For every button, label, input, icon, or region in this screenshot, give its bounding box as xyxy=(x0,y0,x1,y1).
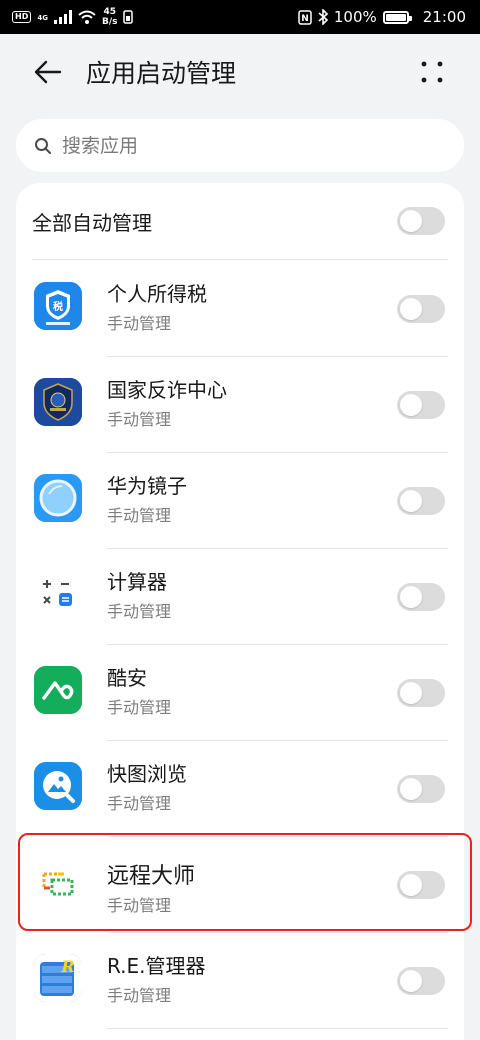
battery-icon xyxy=(382,10,412,24)
app-name: 快图浏览 xyxy=(107,762,187,786)
hd-badge: HD xyxy=(12,11,32,23)
app-status: 手动管理 xyxy=(107,698,172,717)
all-auto-manage-label: 全部自动管理 xyxy=(32,210,152,235)
search-icon xyxy=(35,137,51,154)
anti-fraud-app-icon xyxy=(34,378,82,426)
more-dots-icon xyxy=(421,61,443,83)
app-row-quickpic[interactable]: 快图浏览 手动管理 xyxy=(16,740,464,836)
speed-value: 45 xyxy=(103,7,116,17)
app-name: 国家反诈中心 xyxy=(107,378,227,402)
sim-icon xyxy=(123,10,134,24)
nfc-icon: N xyxy=(298,9,312,25)
app-status: 手动管理 xyxy=(107,410,172,429)
remote-master-app-icon xyxy=(34,858,82,906)
calculator-app-icon xyxy=(34,570,82,618)
quickpic-app-icon xyxy=(34,762,82,810)
tax-app-icon: 税 xyxy=(34,282,82,330)
app-row-re-manager[interactable]: R R.E.管理器 手动管理 xyxy=(16,932,464,1028)
app-toggle[interactable] xyxy=(397,583,445,611)
back-button[interactable] xyxy=(28,56,68,88)
status-bar: HD 4G 45 B/s N 100% 21:00 xyxy=(0,0,480,34)
more-options-button[interactable] xyxy=(414,54,450,90)
all-auto-manage-row[interactable]: 全部自动管理 xyxy=(32,183,464,259)
back-arrow-icon xyxy=(34,60,62,84)
app-status: 手动管理 xyxy=(107,506,172,525)
wifi-icon xyxy=(78,10,96,24)
app-name: R.E.管理器 xyxy=(107,954,206,978)
search-bar[interactable] xyxy=(16,119,464,172)
app-row-calculator[interactable]: 计算器 手动管理 xyxy=(16,548,464,644)
app-status: 手动管理 xyxy=(107,602,172,621)
app-row-tax[interactable]: 税 个人所得税 手动管理 xyxy=(16,260,464,356)
app-status: 手动管理 xyxy=(107,794,172,813)
app-row-anti-fraud[interactable]: 国家反诈中心 手动管理 xyxy=(16,356,464,452)
svg-text:N: N xyxy=(301,14,309,24)
divider xyxy=(107,1028,448,1029)
bluetooth-icon xyxy=(318,9,328,25)
app-toggle[interactable] xyxy=(397,391,445,419)
app-status: 手动管理 xyxy=(107,896,172,915)
clock: 21:00 xyxy=(422,8,466,26)
app-toggle[interactable] xyxy=(397,775,445,803)
app-row-remote-master[interactable]: 远程大师 手动管理 xyxy=(16,836,464,932)
coolapk-app-icon xyxy=(34,666,82,714)
app-row-coolapk[interactable]: 酷安 手动管理 xyxy=(16,644,464,740)
re-manager-app-icon: R xyxy=(34,954,82,1002)
status-left: HD 4G 45 B/s xyxy=(12,7,134,27)
network-type: 4G xyxy=(37,14,48,22)
all-auto-manage-toggle[interactable] xyxy=(397,207,445,235)
battery-percent: 100% xyxy=(333,8,377,26)
search-input[interactable] xyxy=(62,134,422,157)
mirror-app-icon xyxy=(34,474,82,522)
app-status: 手动管理 xyxy=(107,314,172,333)
app-name: 酷安 xyxy=(107,666,147,690)
app-name: 华为镜子 xyxy=(107,474,187,498)
app-status: 手动管理 xyxy=(107,986,172,1005)
app-bar: 应用启动管理 xyxy=(0,34,480,110)
app-row-mirror[interactable]: 华为镜子 手动管理 xyxy=(16,452,464,548)
speed-unit: B/s xyxy=(101,17,118,27)
network-speed: 45 B/s xyxy=(102,7,118,27)
app-toggle[interactable] xyxy=(397,871,445,899)
app-toggle[interactable] xyxy=(397,295,445,323)
app-toggle[interactable] xyxy=(397,679,445,707)
app-list-card: 全部自动管理 税 个人所得税 手动管理 国家反诈中心 手动管理 华为镜子 手动管… xyxy=(16,183,464,1040)
signal-icon xyxy=(53,10,72,24)
app-name: 个人所得税 xyxy=(107,282,207,306)
app-name: 计算器 xyxy=(107,570,167,594)
status-right: N 100% 21:00 xyxy=(298,8,466,26)
page-title: 应用启动管理 xyxy=(86,59,237,88)
app-toggle[interactable] xyxy=(397,967,445,995)
svg-text:税: 税 xyxy=(53,300,63,313)
app-toggle[interactable] xyxy=(397,487,445,515)
svg-text:R: R xyxy=(60,957,74,976)
app-name: 远程大师 xyxy=(107,864,196,889)
